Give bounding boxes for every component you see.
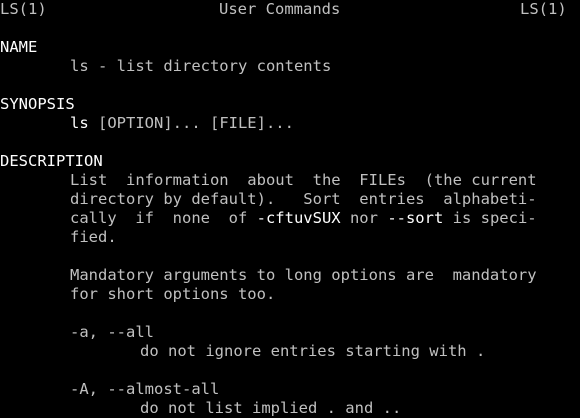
description-para2-line1: Mandatory arguments to long options are … <box>70 266 537 284</box>
synopsis-line: ls [OPTION]... [FILE]... <box>70 114 294 133</box>
option-flag-all: -a, --all <box>70 323 154 341</box>
option-cftuvsux: -cftuvSUX <box>256 209 341 227</box>
option-flag-almost-all: -A, --almost-all <box>70 380 220 398</box>
man-page-terminal: LS(1) User Commands LS(1) NAME ls - list… <box>0 0 580 417</box>
option-sort: --sort <box>387 209 444 227</box>
option-desc-almost-all: do not list implied . and .. <box>140 399 402 417</box>
description-para1-line3-mid: nor <box>340 209 388 227</box>
section-heading-description: DESCRIPTION <box>0 152 103 170</box>
description-para1-line1: List information about the FILEs (the cu… <box>70 171 537 189</box>
header-right: LS(1) <box>520 0 567 18</box>
section-heading-name: NAME <box>0 38 38 56</box>
synopsis-command: ls <box>70 114 89 132</box>
description-para1-line2: directory by default). Sort entries alph… <box>70 190 537 208</box>
description-para1-line3-pre: cally if none of <box>70 209 257 227</box>
description-para1-line4: fied. <box>70 228 117 246</box>
section-heading-synopsis: SYNOPSIS <box>0 95 75 113</box>
description-para1-line3: cally if none of -cftuvSUX nor --sort is… <box>70 209 537 228</box>
description-para2-line2: for short options too. <box>70 285 276 303</box>
option-desc-all: do not ignore entries starting with . <box>140 342 486 360</box>
description-para1-line3-post: is speci- <box>443 209 537 227</box>
header-center: User Commands <box>219 0 341 18</box>
name-text: ls - list directory contents <box>70 57 332 75</box>
header-left: LS(1) <box>0 0 47 18</box>
synopsis-args: [OPTION]... [FILE]... <box>88 114 294 132</box>
